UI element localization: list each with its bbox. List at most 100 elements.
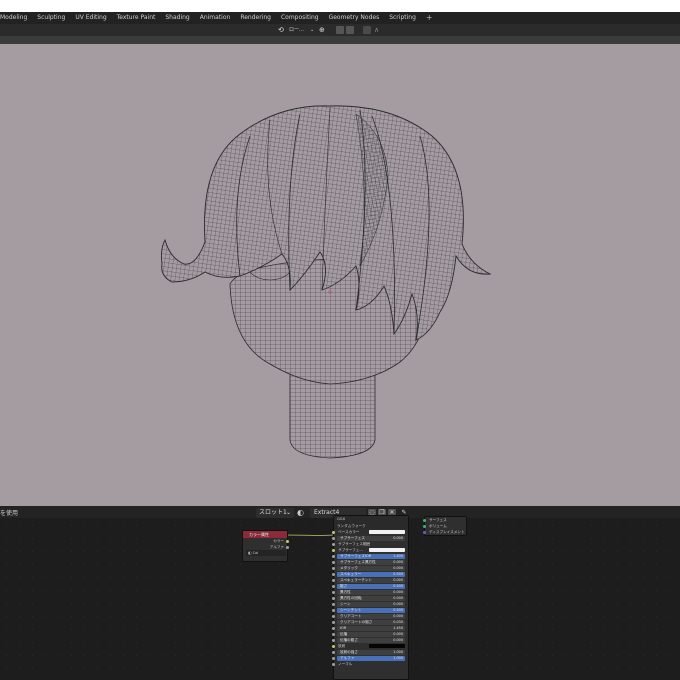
- input-socket[interactable]: [332, 560, 335, 564]
- slider-value: 0.500: [393, 607, 403, 612]
- input-socket[interactable]: [332, 602, 335, 606]
- value-slider[interactable]: 伝播 0.000: [337, 631, 405, 637]
- value-slider[interactable]: 伝播の粗さ 0.000: [337, 637, 405, 643]
- emission-color-swatch[interactable]: [369, 644, 405, 648]
- input-socket[interactable]: [332, 536, 335, 540]
- slider-value: 0.030: [393, 619, 403, 624]
- tab-shading[interactable]: Shading: [160, 12, 194, 24]
- material-output-node[interactable]: サーフェス ボリューム ディスプレイスメント: [423, 516, 467, 536]
- pivot-icon[interactable]: ⊕: [319, 26, 329, 34]
- value-slider[interactable]: クリアコート 0.000: [337, 613, 405, 619]
- slider-label: スペキュラー: [340, 571, 362, 576]
- value-slider[interactable]: シーン 0.000: [337, 601, 405, 607]
- input-socket[interactable]: [332, 566, 335, 570]
- slider-label: サブサーフェス: [340, 535, 365, 540]
- value-slider[interactable]: サブサーフェス 0.000: [337, 535, 405, 541]
- value-slider[interactable]: メタリック 0.000: [337, 565, 405, 571]
- distribution-dropdown[interactable]: GGX: [334, 516, 408, 523]
- proportional-edit-icon[interactable]: [363, 26, 371, 34]
- value-slider[interactable]: クリアコートの粗さ 0.030: [337, 619, 405, 625]
- slider-value: 0.000: [393, 637, 403, 642]
- value-slider[interactable]: 異方性 0.000: [337, 589, 405, 595]
- 3d-viewport[interactable]: [0, 44, 680, 506]
- snap-icon[interactable]: [336, 26, 344, 34]
- falloff-icon[interactable]: ∧: [374, 26, 382, 34]
- input-socket[interactable]: [332, 548, 335, 552]
- value-slider[interactable]: IOR 1.450: [337, 625, 405, 631]
- attribute-dropdown[interactable]: ◧ Col: [243, 550, 287, 556]
- value-slider[interactable]: シーンチント 0.500: [337, 607, 405, 613]
- transform-orientation-dropdown[interactable]: ロー…: [289, 26, 311, 34]
- slider-label: アルファ: [340, 655, 355, 660]
- transform-gizmo-icon[interactable]: ⟲: [278, 26, 288, 34]
- tab-compositing[interactable]: Compositing: [276, 12, 324, 24]
- tab-uv-editing[interactable]: UV Editing: [70, 12, 111, 24]
- value-slider[interactable]: スペキュラー 0.500: [337, 571, 405, 577]
- tab-sculpting[interactable]: Sculpting: [32, 12, 70, 24]
- input-socket[interactable]: [332, 584, 335, 588]
- input-socket[interactable]: [332, 530, 335, 534]
- tab-animation[interactable]: Animation: [195, 12, 236, 24]
- input-socket[interactable]: [332, 638, 335, 642]
- principled-bsdf-node[interactable]: GGX ランダムウォーク ベースカラー サブサーフェス 0.000 サブサーフェス範囲…: [332, 515, 409, 680]
- input-socket[interactable]: [332, 644, 335, 648]
- blender-window: Modeling Sculpting UV Editing Texture Pa…: [0, 0, 680, 680]
- slider-label: IOR: [340, 625, 347, 630]
- input-socket[interactable]: [332, 614, 335, 618]
- bsdf-input-row[interactable]: ノーマル: [332, 661, 408, 667]
- add-workspace-button[interactable]: +: [421, 12, 438, 24]
- input-socket[interactable]: [332, 608, 335, 612]
- slider-value: 0.000: [393, 559, 403, 564]
- slider-label: サブサーフェスIOR: [340, 553, 372, 558]
- workspace-tabs: Modeling Sculpting UV Editing Texture Pa…: [0, 12, 680, 24]
- input-socket[interactable]: [332, 620, 335, 624]
- tab-modeling[interactable]: Modeling: [0, 12, 32, 24]
- tab-geometry-nodes[interactable]: Geometry Nodes: [324, 12, 385, 24]
- slider-value: 0.000: [393, 577, 403, 582]
- value-slider[interactable]: アルファ 1.000: [337, 655, 405, 661]
- input-socket[interactable]: [332, 572, 335, 576]
- input-socket[interactable]: [332, 542, 335, 546]
- color-swatch[interactable]: [369, 530, 405, 534]
- displacement-input[interactable]: ディスプレイスメント: [423, 529, 466, 535]
- slider-label: 放射の強さ: [340, 649, 358, 654]
- tab-rendering[interactable]: Rendering: [235, 12, 276, 24]
- value-slider[interactable]: 放射の強さ 1.000: [337, 649, 405, 655]
- snap-target-icon[interactable]: [346, 26, 354, 34]
- input-socket[interactable]: [332, 650, 335, 654]
- slider-label: 伝播の粗さ: [340, 637, 358, 642]
- value-slider[interactable]: サブサーフェスIOR 1.400: [337, 553, 405, 559]
- value-slider[interactable]: 異方性の回転 0.000: [337, 595, 405, 601]
- tab-texture-paint[interactable]: Texture Paint: [112, 12, 161, 24]
- value-slider[interactable]: サブサーフェス異方性 0.000: [337, 559, 405, 565]
- input-socket[interactable]: [332, 554, 335, 558]
- viewport-toolbar-strip: [0, 36, 680, 44]
- slider-label: 粗さ: [340, 583, 348, 588]
- input-socket[interactable]: [332, 596, 335, 600]
- input-socket[interactable]: [332, 632, 335, 636]
- color-swatch[interactable]: [369, 548, 405, 552]
- slider-value: 1.000: [393, 655, 403, 660]
- input-socket[interactable]: [332, 626, 335, 630]
- slider-value: 0.000: [393, 565, 403, 570]
- slider-value: 1.400: [393, 553, 403, 558]
- slider-value: 0.000: [393, 589, 403, 594]
- input-socket[interactable]: [332, 590, 335, 594]
- slider-value: 0.500: [393, 571, 403, 576]
- viewport-header: ⟲ ロー… ⌄ ⊕ ∧: [0, 24, 680, 36]
- slider-value: 0.000: [393, 613, 403, 618]
- value-slider[interactable]: 粗さ 0.500: [337, 583, 405, 589]
- tab-scripting[interactable]: Scripting: [384, 12, 421, 24]
- input-label: サブサーフェ…: [338, 548, 363, 552]
- chevron-down-icon[interactable]: ⌄: [310, 26, 316, 34]
- input-socket[interactable]: [332, 578, 335, 582]
- slider-value: 0.000: [393, 631, 403, 636]
- color-attribute-node[interactable]: カラー属性 カラー アルファ ◧ Col: [242, 530, 289, 562]
- value-slider[interactable]: スペキュラーチント 0.000: [337, 577, 405, 583]
- input-socket[interactable]: [332, 656, 335, 660]
- slider-value: 1.000: [393, 649, 403, 654]
- input-socket[interactable]: [332, 662, 335, 666]
- slider-label: 伝播: [340, 631, 348, 636]
- slider-value: 0.500: [393, 583, 403, 588]
- input-label: サブサーフェス範囲: [338, 542, 371, 546]
